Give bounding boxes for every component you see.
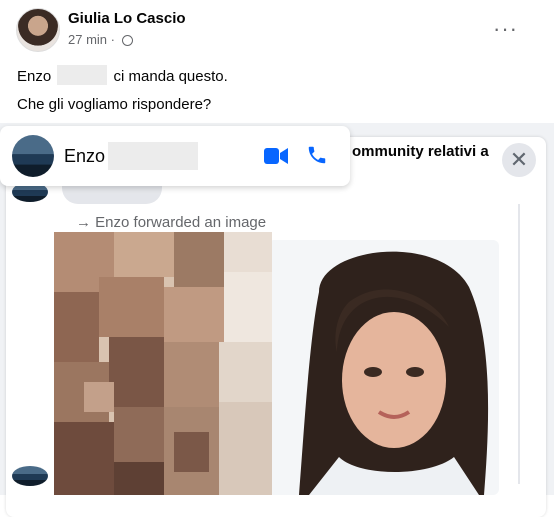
background-title: ommunity relativi a — [352, 143, 489, 160]
portrait-photo — [299, 251, 489, 495]
forward-text: Enzo forwarded an image — [95, 214, 267, 231]
forwarded-image[interactable] — [54, 232, 499, 495]
message-avatar-bottom — [12, 466, 48, 486]
post-text-line-1: Enzo ci manda questo. — [17, 65, 228, 85]
video-call-icon[interactable] — [264, 147, 288, 165]
post-text-name: Enzo — [17, 68, 52, 85]
post-meta: 27 min · — [68, 32, 133, 47]
contact-avatar[interactable] — [12, 135, 54, 177]
meta-separator: · — [110, 32, 115, 47]
forward-arrow-icon: → — [76, 214, 91, 231]
globe-icon — [121, 35, 133, 46]
post-header: Giulia Lo Cascio 27 min · ··· — [0, 0, 554, 58]
close-icon[interactable]: ✕ — [502, 143, 536, 177]
post-time[interactable]: 27 min — [68, 32, 107, 47]
post-text-message: ci manda questo. — [113, 68, 228, 85]
scrollbar[interactable] — [518, 204, 520, 484]
author-name[interactable]: Giulia Lo Cascio — [68, 10, 186, 27]
author-avatar[interactable] — [16, 8, 60, 52]
redacted-contact-surname — [108, 142, 198, 170]
pixelated-image — [54, 232, 272, 495]
chat-header: Enzo — [0, 126, 350, 186]
post-text-line-2: Che gli vogliamo rispondere? — [17, 96, 212, 113]
forward-label: → Enzo forwarded an image — [76, 214, 266, 231]
redacted-surname — [57, 65, 108, 85]
phone-icon[interactable] — [306, 144, 328, 166]
more-icon[interactable]: ··· — [493, 16, 518, 42]
contact-name[interactable]: Enzo — [64, 146, 105, 167]
